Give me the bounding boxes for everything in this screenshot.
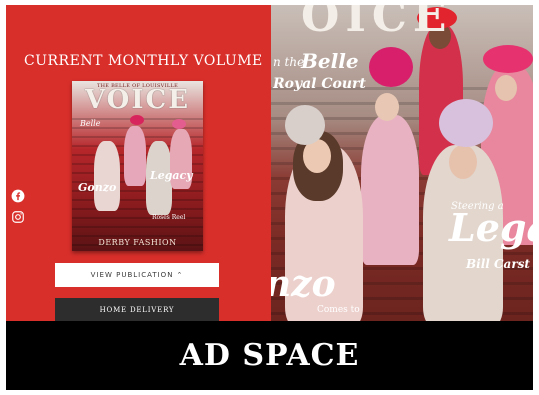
cover-masthead: VOICE — [84, 85, 191, 115]
hero-masthead: OICE — [301, 5, 453, 42]
page-frame: CURRENT MONTHLY VOLUME THE BELLE OF LOUI… — [6, 5, 533, 390]
hero-person-right-face — [495, 75, 517, 101]
hero-royal-court: Royal Court — [273, 76, 366, 92]
hero-legacy: Lega — [449, 205, 533, 250]
hero-hat-white — [285, 105, 325, 145]
ad-space-label: AD SPACE — [179, 338, 360, 373]
hero-gonzo: nzo — [271, 263, 336, 305]
view-publication-button[interactable]: VIEW PUBLICATION ⌃ — [55, 263, 219, 287]
hero-hat-fuchsia — [369, 47, 413, 87]
cover-figure-2 — [124, 126, 146, 186]
ad-space-banner[interactable]: AD SPACE — [6, 321, 533, 390]
hero-belle: Belle — [301, 49, 359, 73]
cover-hat-2 — [172, 119, 186, 129]
hero-person-center-face — [375, 93, 399, 121]
magazine-cover-thumbnail[interactable]: THE BELLE OF LOUISVILLE VOICE Belle Lega… — [72, 81, 203, 251]
cover-line-derby: DERBY FASHION — [98, 238, 177, 247]
hero-comes: Comes to — [317, 305, 360, 315]
home-delivery-button[interactable]: HOME DELIVERY — [55, 298, 219, 322]
chevron-up-icon: ⌃ — [176, 271, 184, 279]
hero-belle-prefix: n the — [273, 55, 305, 69]
hero-person-center — [361, 115, 419, 265]
hero-person-front-right-face — [449, 145, 477, 179]
cover-line-legacy: Legacy — [150, 169, 193, 182]
instagram-icon[interactable] — [11, 210, 25, 224]
facebook-icon[interactable] — [11, 189, 25, 203]
panel-heading: CURRENT MONTHLY VOLUME — [24, 53, 263, 69]
cover-line-roses: Roses Reel — [152, 214, 186, 221]
hero-hat-pink — [483, 45, 533, 73]
view-publication-label: VIEW PUBLICATION — [90, 271, 174, 279]
hero-hat-lavender — [439, 99, 493, 147]
cover-hat-1 — [130, 115, 144, 125]
publication-panel: CURRENT MONTHLY VOLUME THE BELLE OF LOUI… — [6, 5, 271, 322]
cover-line-gonzo: Gonzo — [78, 181, 117, 194]
hero-bill: Bill Carst — [466, 257, 530, 271]
cover-line-belle: Belle — [80, 119, 101, 128]
cover-hero-image: OICE n the Belle Royal Court Steering a … — [271, 5, 533, 321]
cover-figure-1 — [94, 141, 120, 211]
